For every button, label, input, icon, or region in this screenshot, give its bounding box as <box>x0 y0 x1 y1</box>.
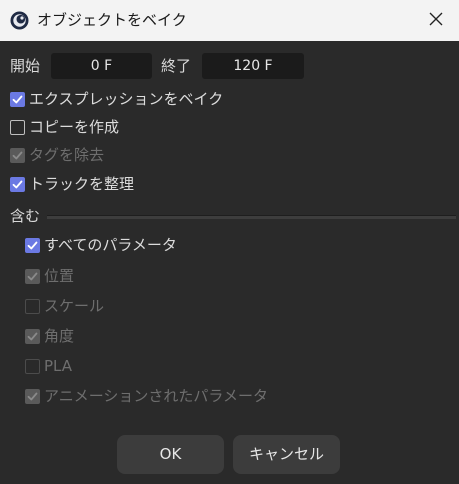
cancel-button[interactable]: キャンセル <box>233 435 340 474</box>
include-all-parameters[interactable]: すべてのパラメータ <box>25 234 177 256</box>
checkmark-icon <box>12 151 23 159</box>
checkmark-icon <box>27 241 38 249</box>
option-label: スケール <box>44 297 105 315</box>
option-label: トラックを整理 <box>29 175 135 193</box>
ok-button[interactable]: OK <box>117 435 224 474</box>
checkmark-icon <box>27 332 38 340</box>
checkmark-icon <box>27 272 38 280</box>
option-label: 位置 <box>44 267 75 285</box>
option-cleanup-tracks[interactable]: トラックを整理 <box>10 173 134 195</box>
dialog-title: オブジェクトをベイク <box>37 11 187 29</box>
include-animated-parameters[interactable]: アニメーションされたパラメータ <box>25 385 268 407</box>
checkbox[interactable] <box>25 328 40 344</box>
include-group-heading: 含む <box>10 207 41 225</box>
option-bake-expressions[interactable]: エクスプレッションをベイク <box>10 88 223 110</box>
start-frame-field[interactable]: 0 F <box>51 53 152 79</box>
end-frame-field[interactable]: 120 F <box>202 53 304 79</box>
checkbox[interactable] <box>10 147 25 163</box>
include-position[interactable]: 位置 <box>25 265 74 287</box>
checkbox[interactable] <box>25 237 40 253</box>
option-label: タグを除去 <box>29 146 105 164</box>
checkmark-icon <box>27 392 38 400</box>
checkbox[interactable] <box>10 119 25 135</box>
checkbox[interactable] <box>25 298 40 314</box>
checkbox[interactable] <box>10 176 25 192</box>
start-label: 開始 <box>10 57 41 75</box>
include-pla[interactable]: PLA <box>25 355 72 377</box>
option-label: PLA <box>44 357 73 375</box>
cinema4d-logo-icon <box>10 11 29 30</box>
option-remove-tags[interactable]: タグを除去 <box>10 144 104 166</box>
include-rotation[interactable]: 角度 <box>25 325 74 347</box>
checkbox[interactable] <box>25 358 40 374</box>
checkbox[interactable] <box>25 388 40 404</box>
group-divider <box>47 215 456 219</box>
option-label: 角度 <box>44 327 75 345</box>
close-icon <box>428 11 444 31</box>
option-label: アニメーションされたパラメータ <box>44 387 268 405</box>
option-label: すべてのパラメータ <box>44 236 177 254</box>
option-label: コピーを作成 <box>29 118 120 136</box>
checkmark-icon <box>12 95 23 103</box>
checkbox[interactable] <box>10 91 25 107</box>
end-label: 終了 <box>161 57 192 75</box>
include-scale[interactable]: スケール <box>25 295 104 317</box>
checkmark-icon <box>12 180 23 188</box>
option-create-copy[interactable]: コピーを作成 <box>10 116 119 138</box>
checkbox[interactable] <box>25 268 40 284</box>
title-bar: オブジェクトをベイク <box>0 0 459 41</box>
option-label: エクスプレッションをベイク <box>29 90 224 108</box>
close-button[interactable] <box>413 0 459 41</box>
